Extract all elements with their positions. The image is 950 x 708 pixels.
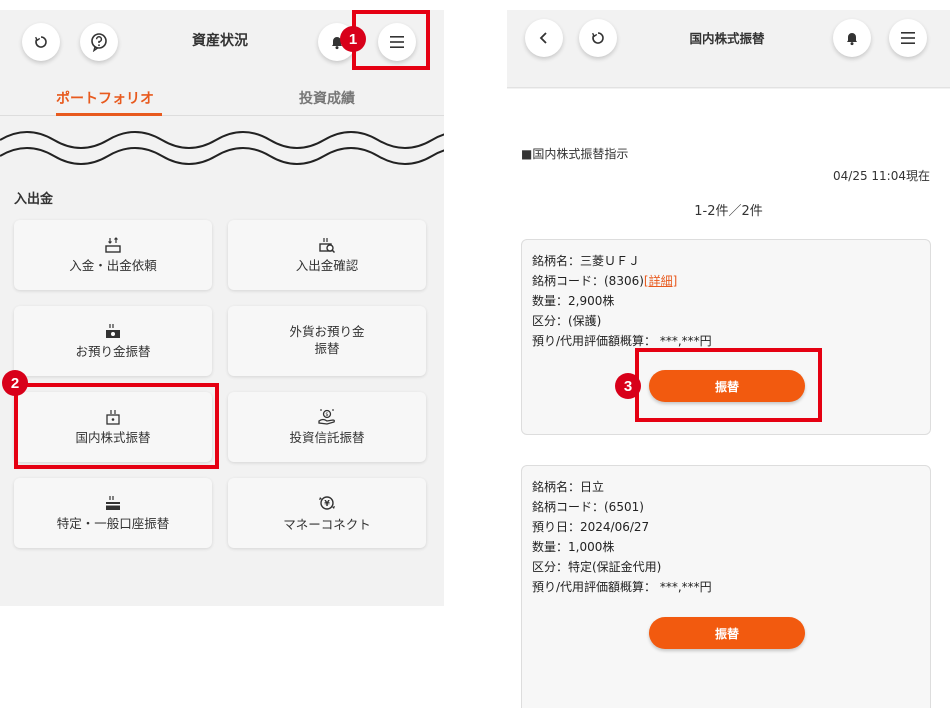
stock-date: 預り日：2024/06/27 xyxy=(532,520,650,534)
tab-active-indicator xyxy=(56,113,162,116)
cash-transfer-icon xyxy=(106,323,120,338)
reload-icon xyxy=(34,36,47,48)
step-badge-2: 2 xyxy=(2,370,28,396)
section-deposit-withdrawal: 入出金 xyxy=(14,192,54,207)
reload-icon xyxy=(591,32,604,44)
tab-portfolio[interactable]: ポートフォリオ xyxy=(56,88,154,108)
deposit-withdraw-icon xyxy=(105,236,121,253)
stock-quantity: 数量：1,000株 xyxy=(532,540,615,554)
tab-performance[interactable]: 投資成績 xyxy=(299,88,355,108)
step-badge-1: 1 xyxy=(340,26,366,52)
stock-code: 銘柄コード：(8306)[詳細] xyxy=(532,272,677,289)
wave-divider xyxy=(0,131,444,165)
back-button[interactable] xyxy=(525,19,563,57)
instruction-title: ■国内株式振替指示 xyxy=(521,147,629,161)
header: 国内株式振替 xyxy=(507,10,950,88)
help-button[interactable] xyxy=(80,23,118,61)
page-title: 資産状況 xyxy=(192,33,248,49)
stock-code: 銘柄コード：(6501) xyxy=(532,500,644,514)
page-title: 国内株式振替 xyxy=(689,31,765,46)
detail-link[interactable]: [詳細] xyxy=(644,274,677,288)
highlight-step-3 xyxy=(635,348,822,422)
money-connect-button[interactable]: ¥ マネーコネクト xyxy=(228,478,426,548)
account-transfer-icon xyxy=(106,495,120,510)
reload-button[interactable] xyxy=(22,23,60,61)
portfolio-screen: 資産状況 ポートフォリオ 投資成績 入出金 入金・出金依頼 入出金確認 お預り金… xyxy=(0,10,444,606)
account-transfer-button[interactable]: 特定・一般口座振替 xyxy=(14,478,212,548)
notification-button[interactable] xyxy=(833,19,871,57)
result-count: 1-2件／2件 xyxy=(694,204,763,219)
cash-transfer-button[interactable]: お預り金振替 xyxy=(14,306,212,376)
stock-code-text: 銘柄コード：(8306) xyxy=(532,274,644,288)
button-label: お預り金振替 xyxy=(75,343,151,359)
mutual-fund-icon: $ xyxy=(318,408,335,425)
highlight-step-2 xyxy=(14,383,219,469)
transfer-button[interactable]: 振替 xyxy=(649,617,805,649)
menu-button[interactable] xyxy=(889,19,927,57)
hamburger-icon xyxy=(901,32,915,44)
step-badge-3: 3 xyxy=(615,373,641,399)
svg-text:$: $ xyxy=(325,412,328,418)
button-label: 外貨お預り金 振替 xyxy=(289,324,365,356)
bell-icon xyxy=(847,33,857,46)
stock-valuation: 預り/代用評価額概算： ***,***円 xyxy=(532,580,712,594)
stock-category: 区分：(保護) xyxy=(532,314,602,328)
stock-card: 銘柄名：日立 銘柄コード：(6501) 預り日：2024/06/27 数量：1,… xyxy=(521,465,931,708)
stock-valuation: 預り/代用評価額概算： ***,***円 xyxy=(532,334,712,348)
stock-name: 銘柄名：日立 xyxy=(532,480,605,494)
button-label: マネーコネクト xyxy=(283,516,371,532)
button-label: 入出金確認 xyxy=(295,257,359,273)
stock-category: 区分：特定(保証金代用) xyxy=(532,560,662,574)
chevron-left-icon xyxy=(539,32,547,44)
svg-text:¥: ¥ xyxy=(324,499,330,508)
help-icon xyxy=(91,33,107,52)
stock-name: 銘柄名：三菱ＵＦＪ xyxy=(532,254,641,268)
deposit-check-icon xyxy=(319,237,336,253)
button-label: 入金・出金依頼 xyxy=(69,257,157,273)
tab-bar: ポートフォリオ 投資成績 xyxy=(0,82,444,116)
money-connect-icon: ¥ xyxy=(319,495,335,510)
stock-quantity: 数量：2,900株 xyxy=(532,294,615,308)
mutual-fund-transfer-button[interactable]: $ 投資信託振替 xyxy=(228,392,426,462)
deposit-withdraw-request-button[interactable]: 入金・出金依頼 xyxy=(14,220,212,290)
reload-button[interactable] xyxy=(579,19,617,57)
deposit-check-button[interactable]: 入出金確認 xyxy=(228,220,426,290)
button-label: 投資信託振替 xyxy=(289,429,365,445)
foreign-currency-transfer-button[interactable]: 外貨お預り金 振替 xyxy=(228,306,426,376)
timestamp: 04/25 11:04現在 xyxy=(833,169,930,183)
button-label: 特定・一般口座振替 xyxy=(56,515,170,531)
